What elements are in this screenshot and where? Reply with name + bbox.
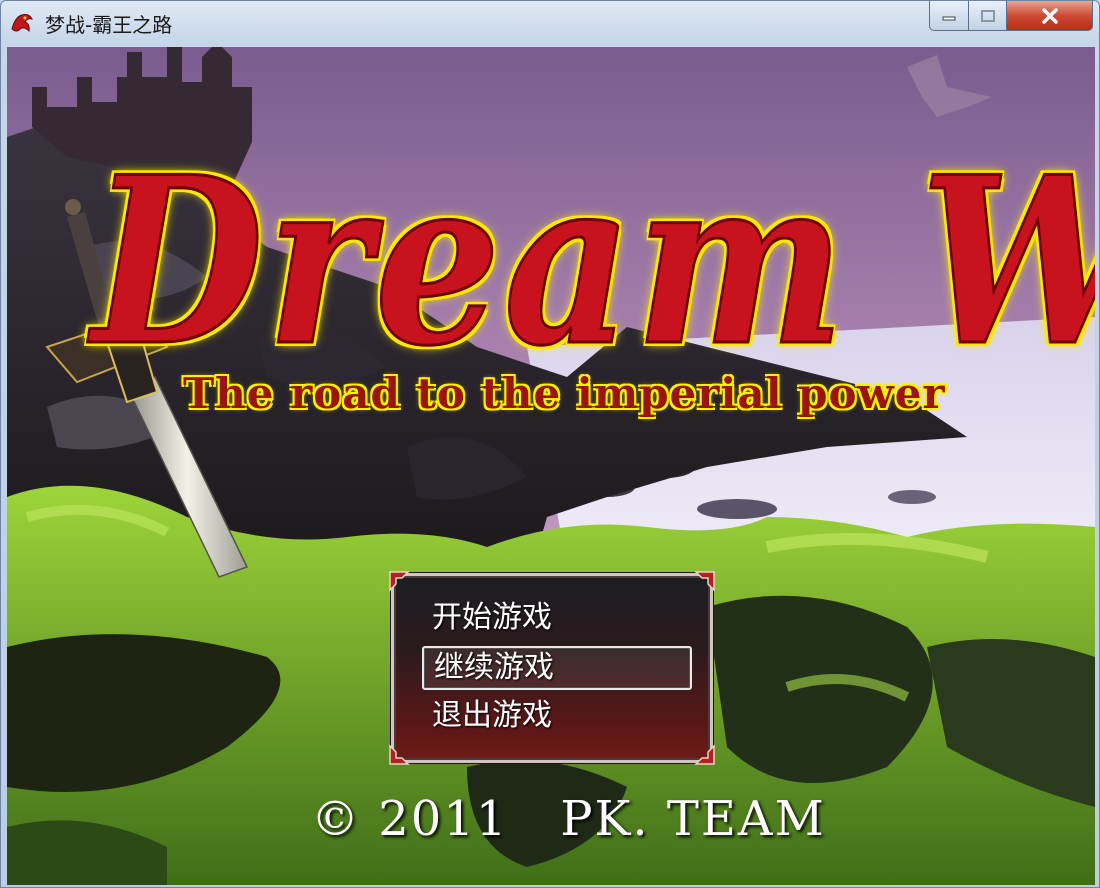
menu-corner-ornament-icon	[389, 744, 410, 765]
game-logo: Dream War	[91, 127, 1095, 397]
window-title: 梦战-霸王之路	[45, 13, 173, 37]
game-subtitle: The road to the imperial power	[183, 369, 946, 418]
maximize-button[interactable]	[969, 1, 1007, 31]
menu-corner-ornament-icon	[694, 571, 715, 592]
close-button[interactable]	[1007, 1, 1093, 31]
menu-corner-ornament-icon	[389, 571, 410, 592]
window-controls	[929, 1, 1093, 31]
dragon-app-icon	[11, 14, 33, 33]
minimize-icon	[942, 16, 956, 20]
menu-item-exit-game[interactable]: 退出游戏	[422, 694, 692, 738]
minimize-button[interactable]	[929, 1, 969, 31]
menu-item-start-game[interactable]: 开始游戏	[422, 596, 692, 640]
menu-corner-ornament-icon	[694, 744, 715, 765]
title-bar[interactable]: 梦战-霸王之路	[1, 1, 1099, 45]
game-screen[interactable]: Dream War The road to the imperial power…	[7, 47, 1095, 885]
game-window: 梦战-霸王之路 Dream The road to the imperial p…	[0, 0, 1100, 888]
copyright-notice: © 2011 PK. TEAM	[311, 791, 826, 847]
close-icon	[1041, 7, 1058, 24]
menu-item-continue-game[interactable]: 继续游戏	[422, 646, 692, 690]
maximize-icon	[980, 9, 995, 22]
title-menu: 开始游戏 继续游戏 退出游戏	[389, 571, 715, 765]
